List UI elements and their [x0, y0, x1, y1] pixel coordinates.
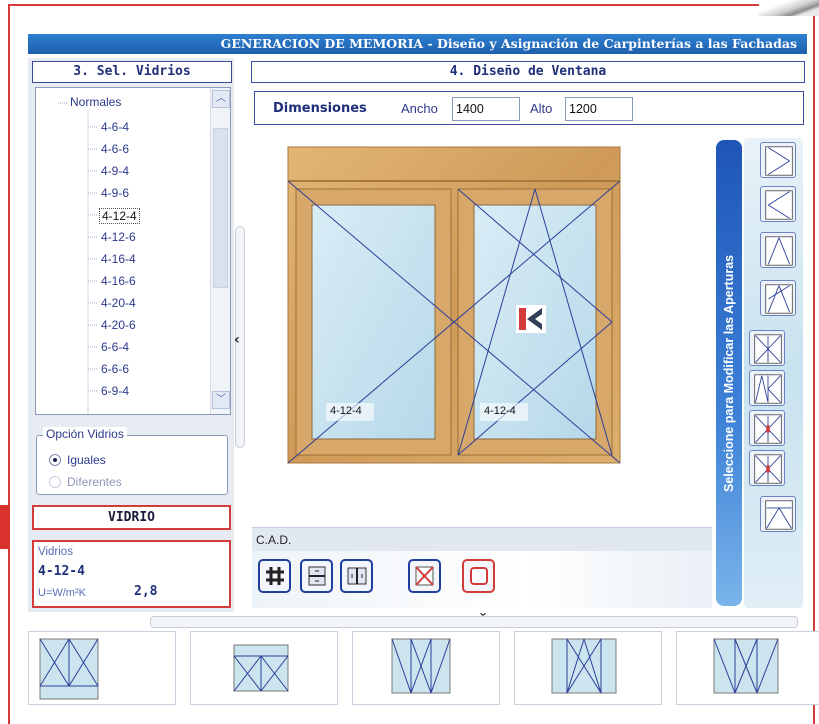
tree-item[interactable]: 4-16-4 [99, 252, 138, 266]
cad-bar: C.A.D. [252, 527, 712, 551]
option-iguales[interactable]: Iguales [49, 453, 106, 467]
frame-icon [470, 567, 488, 585]
grid-split-tool-button[interactable] [258, 559, 291, 593]
dimensions-bar: Dimensiones Ancho 1400 Alto 1200 [254, 91, 804, 125]
opening-type-button[interactable] [760, 142, 796, 178]
u-value-label: U=W/m²K [38, 587, 86, 599]
vidrios-value: 4-12-4 [38, 564, 85, 579]
opening-type-button[interactable] [760, 280, 796, 316]
tree-scrollbar[interactable]: ︿ ﹀ [210, 88, 230, 414]
tree-item[interactable]: 4-9-4 [99, 164, 131, 178]
scroll-down-icon[interactable]: ﹀ [212, 391, 230, 409]
opening-type-icon [754, 414, 782, 444]
vidrios-label: Vidrios [38, 546, 73, 558]
scroll-thumb[interactable] [213, 128, 228, 288]
window-thumbnail[interactable] [190, 631, 338, 705]
window-drawing[interactable] [252, 135, 712, 527]
bottom-panel-collapse-handle[interactable] [150, 616, 798, 628]
opening-type-button[interactable] [760, 232, 796, 268]
horizontal-split-icon [308, 566, 326, 586]
option-diferentes-label: Diferentes [67, 475, 122, 489]
vertical-split-tool-button[interactable] [340, 559, 373, 593]
chevron-left-icon[interactable]: ‹ [234, 332, 240, 348]
ancho-label: Ancho [401, 101, 438, 116]
tree-item[interactable]: 4-6-4 [99, 120, 131, 134]
opening-type-icon [765, 190, 793, 220]
app-title: GENERACION DE MEMORIA - Diseño y Asignac… [28, 34, 807, 54]
hash-icon [266, 567, 284, 585]
tree-item[interactable]: 6-6-4 [99, 340, 131, 354]
cad-label: C.A.D. [256, 533, 292, 547]
ancho-input[interactable]: 1400 [452, 97, 520, 121]
opening-type-button[interactable] [760, 186, 796, 222]
tree-item[interactable]: 4-20-4 [99, 296, 138, 310]
opening-type-icon [765, 236, 793, 266]
dimensions-label: Dimensiones [273, 101, 367, 116]
u-value: 2,8 [134, 584, 158, 599]
side-marker [0, 505, 10, 549]
window-thumbnail[interactable] [514, 631, 662, 705]
window-thumbnail-icon [233, 644, 289, 692]
opening-type-button[interactable] [749, 330, 785, 366]
scroll-up-icon[interactable]: ︿ [212, 90, 230, 108]
openings-label: Seleccione para Modificar las Aperturas [722, 254, 736, 492]
chevron-down-icon[interactable]: ˇ [479, 612, 487, 626]
alto-label: Alto [530, 101, 553, 116]
opening-type-icon [754, 374, 782, 404]
horizontal-split-tool-button[interactable] [300, 559, 333, 593]
opening-type-icon [754, 454, 782, 484]
tree-item[interactable]: 4-20-6 [99, 318, 138, 332]
window-thumbnail-icon [391, 638, 451, 694]
opening-type-button[interactable] [749, 370, 785, 406]
right-glass-label: 4-12-4 [484, 405, 516, 417]
tree-item[interactable]: 4-6-6 [99, 142, 131, 156]
window-thumbnail[interactable] [28, 631, 176, 705]
opening-type-icon [765, 146, 793, 176]
opening-type-button[interactable] [760, 496, 796, 532]
option-diferentes[interactable]: Diferentes [49, 475, 122, 489]
opening-type-icon [765, 500, 793, 530]
reset-frame-tool-button[interactable] [462, 559, 495, 593]
vertical-split-icon [347, 567, 367, 585]
window-thumbnails [28, 631, 819, 705]
glass-selection-title: 3. Sel. Vidrios [32, 61, 232, 83]
opening-type-icon [754, 334, 782, 364]
window-thumbnail[interactable] [676, 631, 819, 705]
opening-type-button[interactable] [749, 410, 785, 446]
glass-tree[interactable]: Normales 4-6-4 4-6-6 4-9-4 4-9-6 4-12-4 … [35, 87, 231, 415]
tree-item[interactable]: 4-12-6 [99, 230, 138, 244]
tree-item-selected[interactable]: 4-12-4 [99, 208, 140, 224]
glass-options-group: Opción Vidrios Iguales Diferentes [36, 427, 228, 495]
brand-logo-icon [516, 305, 546, 333]
window-design-title: 4. Diseño de Ventana [251, 61, 805, 83]
cad-toolbar [252, 551, 712, 608]
alto-input[interactable]: 1200 [565, 97, 633, 121]
window-thumbnail-icon [713, 638, 779, 694]
tree-item[interactable]: 6-6-6 [99, 362, 131, 376]
left-glass-label: 4-12-4 [330, 405, 362, 417]
tree-root-normales[interactable]: Normales [70, 95, 121, 109]
vidrio-header: VIDRIO [32, 505, 231, 530]
window-thumbnail-icon [551, 638, 617, 694]
glass-options-legend: Opción Vidrios [43, 427, 127, 441]
tree-item[interactable]: 4-9-6 [99, 186, 131, 200]
tree-item[interactable]: 4-16-6 [99, 274, 138, 288]
tree-item[interactable]: 6-9-4 [99, 384, 131, 398]
design-canvas[interactable]: 4-12-4 4-12-4 [252, 135, 712, 527]
corner-decoration [759, 0, 819, 16]
delete-opening-icon [415, 566, 434, 586]
opening-type-icon [765, 284, 793, 314]
delete-opening-tool-button[interactable] [408, 559, 441, 593]
window-thumbnail[interactable] [352, 631, 500, 705]
window-thumbnail-icon [39, 638, 99, 700]
radio-on-icon[interactable] [49, 454, 61, 466]
option-iguales-label: Iguales [67, 453, 106, 467]
radio-off-icon[interactable] [49, 476, 61, 488]
vidrio-info-box: Vidrios 4-12-4 U=W/m²K 2,8 [32, 540, 231, 608]
opening-type-button[interactable] [749, 450, 785, 486]
